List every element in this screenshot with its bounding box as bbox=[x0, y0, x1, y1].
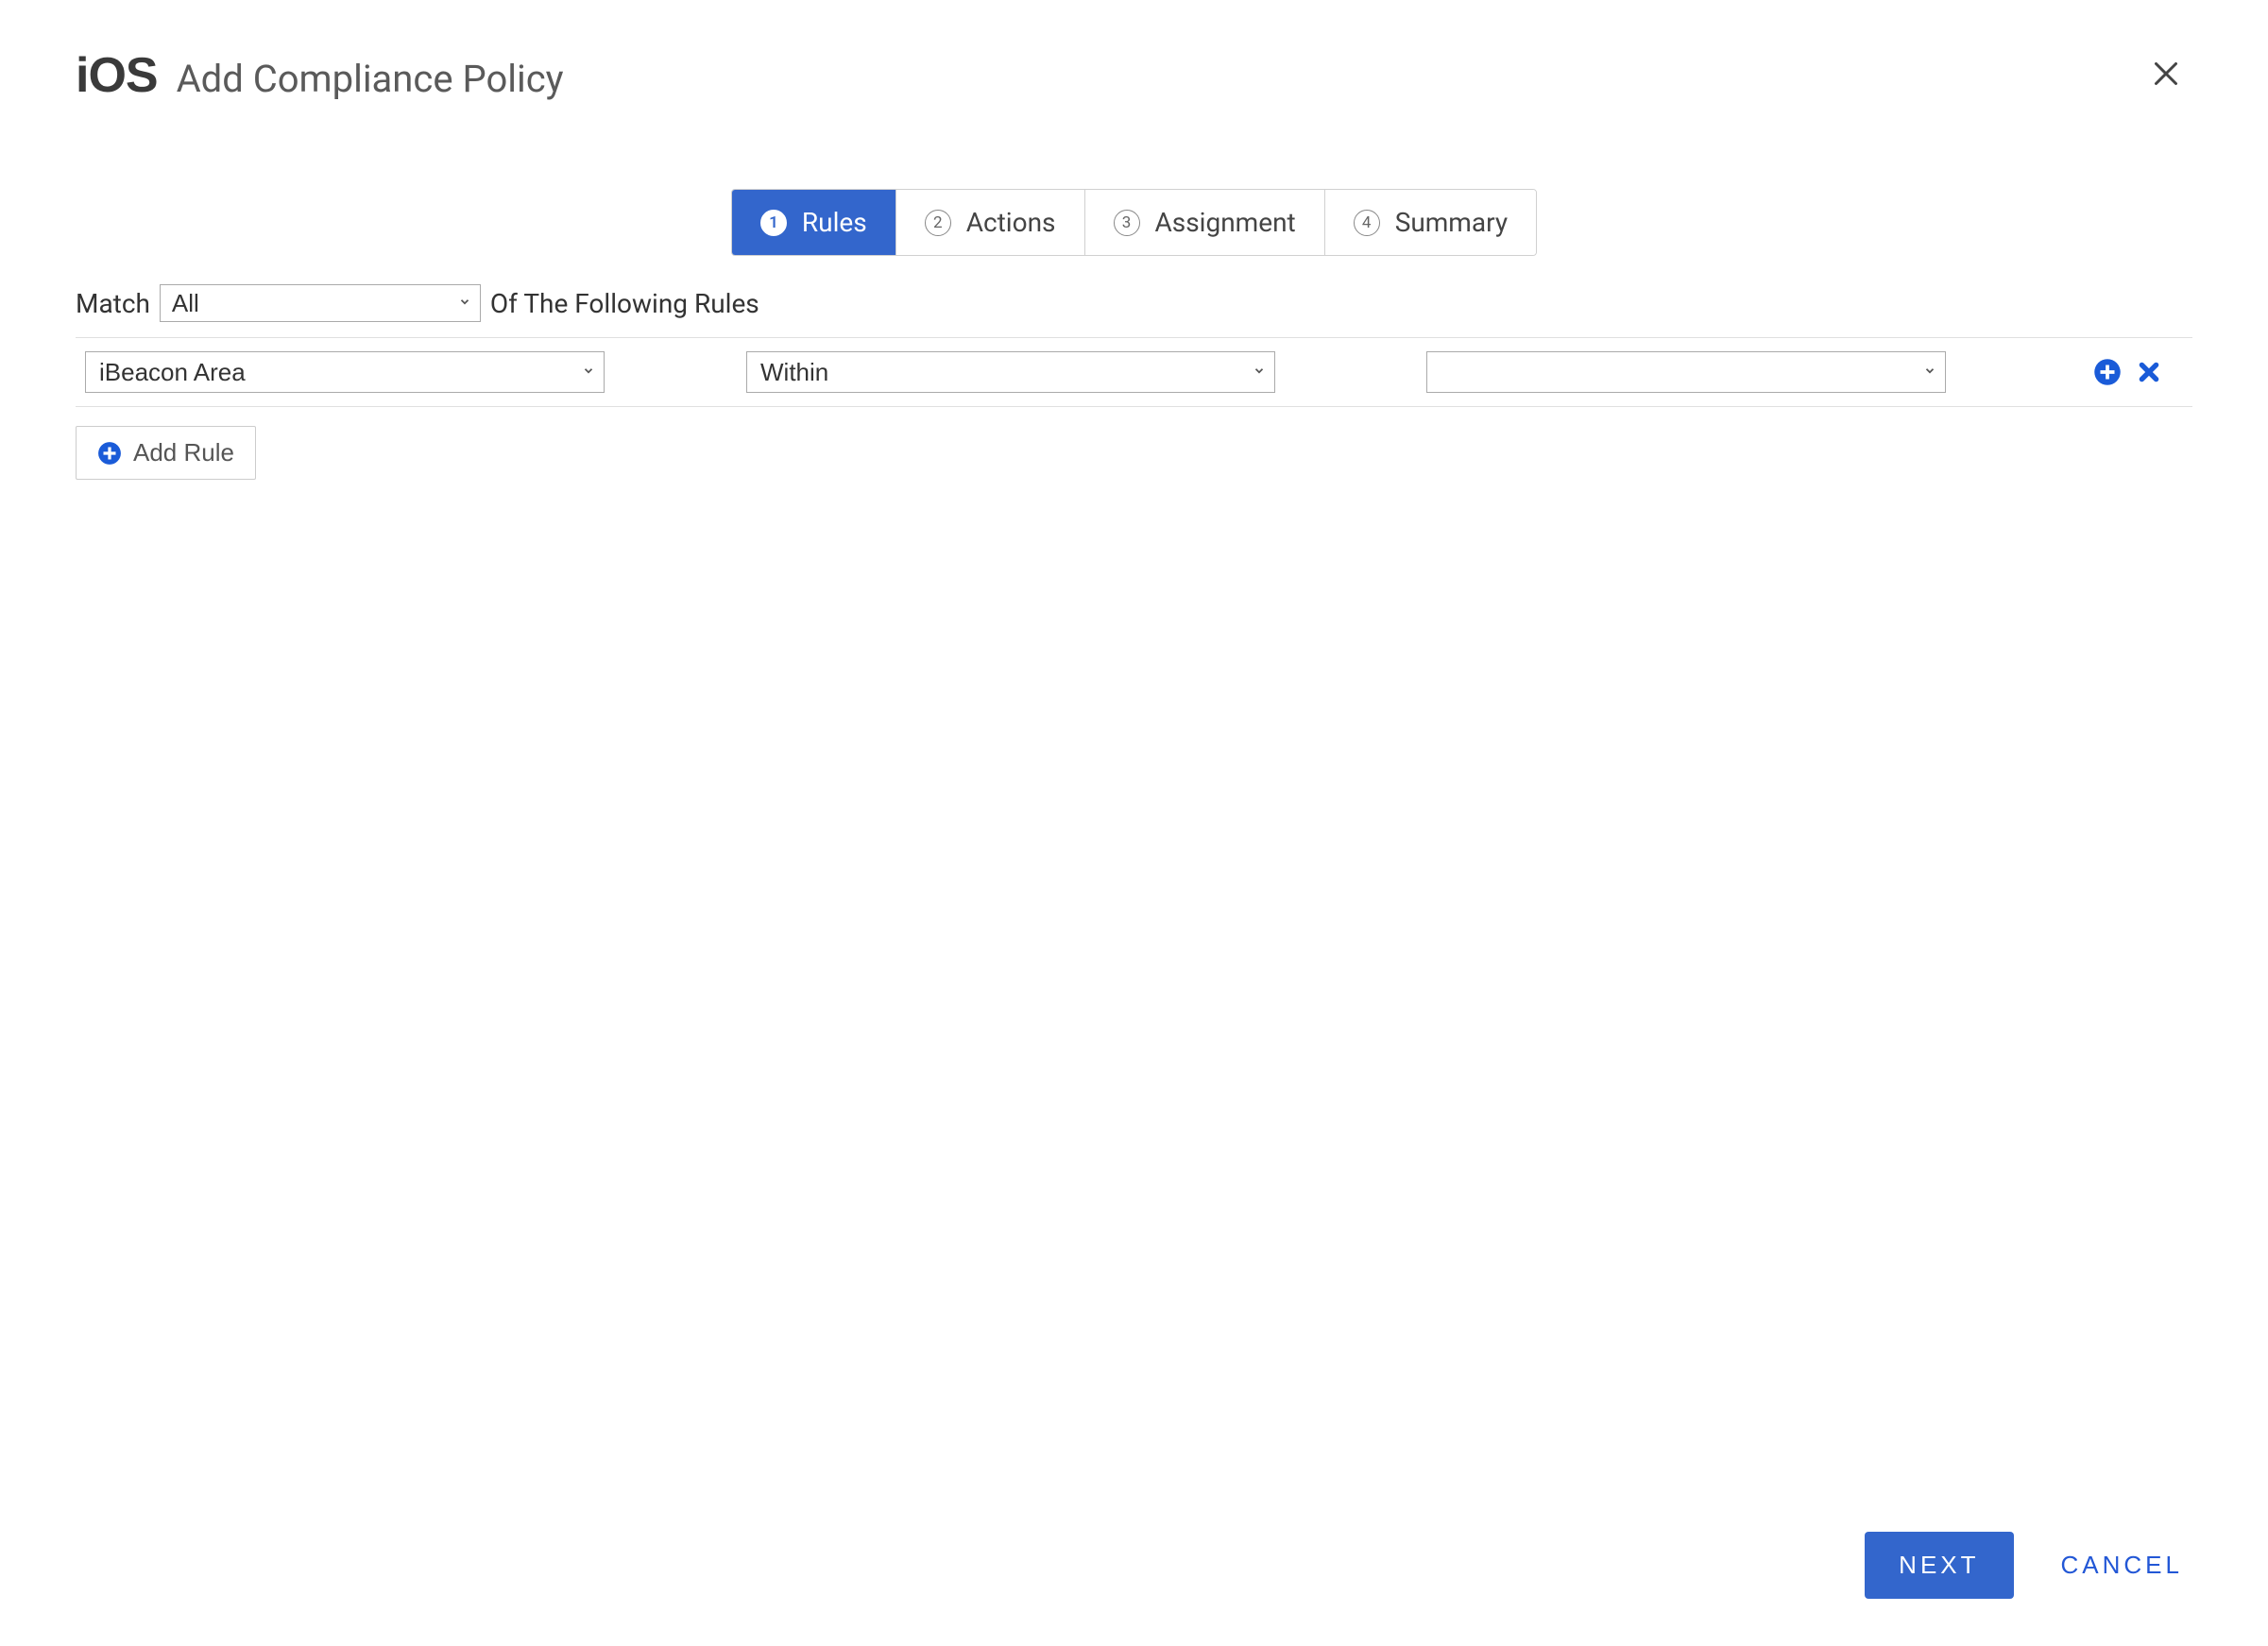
step-label: Actions bbox=[966, 207, 1056, 238]
add-rule-label: Add Rule bbox=[133, 438, 234, 467]
close-icon bbox=[2149, 57, 2183, 91]
step-actions[interactable]: 2 Actions bbox=[896, 190, 1085, 255]
step-number: 4 bbox=[1354, 210, 1380, 236]
step-label: Assignment bbox=[1155, 207, 1296, 238]
page-title: Add Compliance Policy bbox=[177, 57, 564, 101]
add-rule-button[interactable]: Add Rule bbox=[76, 426, 256, 480]
step-number: 3 bbox=[1114, 210, 1140, 236]
step-label: Rules bbox=[802, 207, 867, 238]
rule-value-select[interactable] bbox=[1426, 351, 1946, 393]
remove-rule-row-button[interactable] bbox=[2134, 357, 2164, 387]
step-number: 2 bbox=[925, 210, 951, 236]
step-label: Summary bbox=[1395, 207, 1508, 238]
step-assignment[interactable]: 3 Assignment bbox=[1085, 190, 1325, 255]
rule-field-select[interactable] bbox=[85, 351, 605, 393]
header-title-group: iOS Add Compliance Policy bbox=[76, 47, 564, 104]
next-button[interactable]: NEXT bbox=[1865, 1532, 2013, 1599]
match-suffix: Of The Following Rules bbox=[490, 288, 759, 319]
wizard-steps-container: 1 Rules 2 Actions 3 Assignment 4 Summary bbox=[76, 189, 2192, 256]
wizard-steps: 1 Rules 2 Actions 3 Assignment 4 Summary bbox=[731, 189, 1537, 256]
match-prefix: Match bbox=[76, 288, 150, 319]
step-number: 1 bbox=[760, 210, 787, 236]
platform-label: iOS bbox=[76, 47, 158, 104]
match-select[interactable] bbox=[160, 284, 481, 322]
dialog-footer: NEXT CANCEL bbox=[1865, 1532, 2192, 1599]
remove-icon bbox=[2137, 360, 2161, 384]
close-button[interactable] bbox=[2140, 53, 2192, 98]
cancel-button[interactable]: CANCEL bbox=[2052, 1532, 2192, 1599]
step-summary[interactable]: 4 Summary bbox=[1325, 190, 1536, 255]
rule-operator-select[interactable] bbox=[746, 351, 1275, 393]
add-rule-row-button[interactable] bbox=[2092, 357, 2123, 387]
step-rules[interactable]: 1 Rules bbox=[732, 190, 896, 255]
rule-row bbox=[76, 338, 2192, 406]
rule-table bbox=[76, 337, 2192, 407]
match-row: Match Of The Following Rules bbox=[76, 284, 2192, 322]
plus-circle-icon bbox=[2093, 358, 2122, 386]
dialog-header: iOS Add Compliance Policy bbox=[76, 47, 2192, 104]
rule-row-actions bbox=[2092, 357, 2164, 387]
plus-circle-icon bbox=[97, 441, 122, 466]
